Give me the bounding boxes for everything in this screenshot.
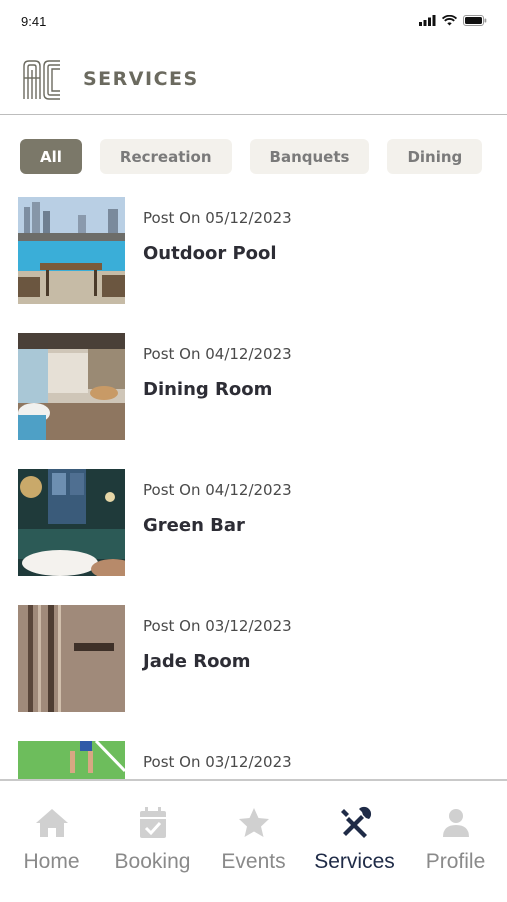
tools-icon <box>340 806 371 838</box>
page-title: SERVICES <box>83 68 199 90</box>
service-name: Jade Room <box>143 651 251 672</box>
star-icon <box>238 808 269 837</box>
filter-chips: All Recreation Banquets Dining <box>20 139 483 174</box>
list-item[interactable]: Post On 03/12/2023 Jade Room <box>18 605 488 741</box>
list-item[interactable]: Post On 05/12/2023 Outdoor Pool <box>18 197 488 333</box>
service-list: Post On 05/12/2023 Outdoor Pool Post On … <box>18 197 488 780</box>
service-name: Dining Room <box>143 379 273 400</box>
battery-icon <box>463 15 487 26</box>
tab-label: Booking <box>114 850 191 873</box>
post-date: Post On 04/12/2023 <box>143 481 292 499</box>
post-date: Post On 03/12/2023 <box>143 753 292 771</box>
tab-profile[interactable]: Profile <box>405 781 506 902</box>
tab-label: Events <box>221 850 286 873</box>
tab-services[interactable]: Services <box>304 781 405 902</box>
tab-label: Home <box>23 850 80 873</box>
list-item[interactable]: Post On 04/12/2023 Green Bar <box>18 469 488 605</box>
filter-chip-banquets[interactable]: Banquets <box>249 139 370 174</box>
status-time: 9:41 <box>21 14 47 29</box>
home-icon <box>35 809 68 837</box>
service-name: Green Bar <box>143 515 245 536</box>
tab-booking[interactable]: Booking <box>102 781 203 902</box>
wifi-icon <box>442 15 457 26</box>
calendar-check-icon <box>139 807 166 838</box>
list-item[interactable]: Post On 03/12/2023 <box>18 741 488 780</box>
logo-icon <box>23 60 60 100</box>
signal-icon <box>419 15 436 26</box>
tab-events[interactable]: Events <box>203 781 304 902</box>
tab-home[interactable]: Home <box>1 781 102 902</box>
service-name: Outdoor Pool <box>143 243 277 264</box>
post-date: Post On 04/12/2023 <box>143 345 292 363</box>
tab-bar: Home Booking Events Services Profile <box>0 779 507 902</box>
tab-label: Services <box>314 850 395 873</box>
status-bar: 9:41 <box>0 0 507 44</box>
tab-label: Profile <box>425 850 486 873</box>
header: SERVICES <box>0 52 507 115</box>
post-date: Post On 03/12/2023 <box>143 617 292 635</box>
filter-chip-recreation[interactable]: Recreation <box>99 139 232 174</box>
status-icons <box>419 15 487 26</box>
filter-chip-all[interactable]: All <box>20 139 82 174</box>
tennis-court-image <box>18 741 125 780</box>
list-item[interactable]: Post On 04/12/2023 Dining Room <box>18 333 488 469</box>
outdoor-pool-image <box>18 197 125 304</box>
jade-room-image <box>18 605 125 712</box>
dining-room-image <box>18 333 125 440</box>
person-icon <box>442 809 469 837</box>
post-date: Post On 05/12/2023 <box>143 209 292 227</box>
filter-chip-dining[interactable]: Dining <box>387 139 483 174</box>
green-bar-image <box>18 469 125 576</box>
